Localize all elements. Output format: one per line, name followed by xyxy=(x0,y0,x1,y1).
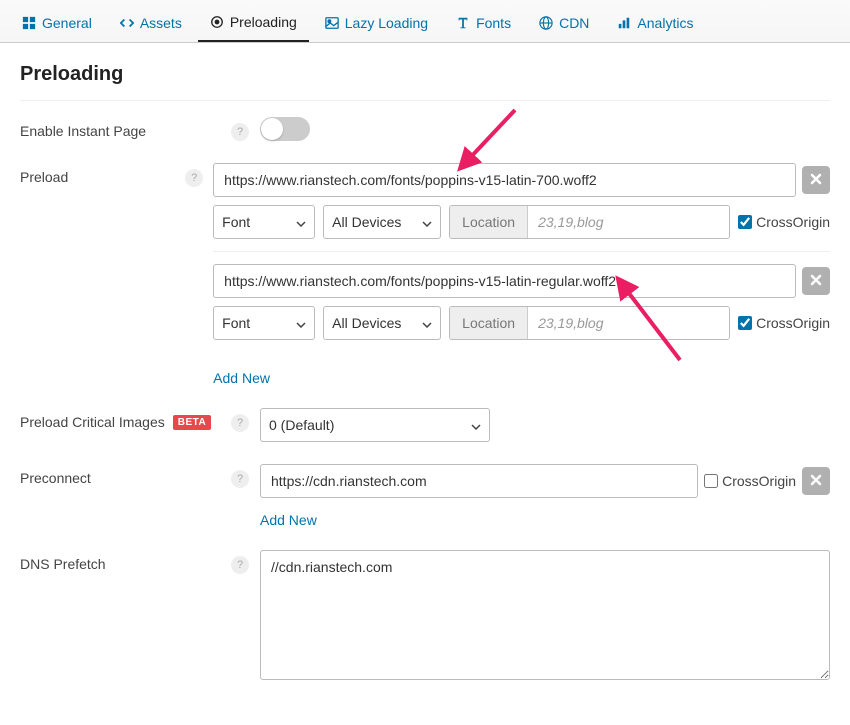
preconnect-crossorigin-checkbox[interactable] xyxy=(704,474,718,488)
help-dns-prefetch[interactable]: ? xyxy=(231,556,249,574)
preload-as-select[interactable]: Font xyxy=(213,306,315,340)
preload-location-label: Location xyxy=(450,206,528,238)
divider xyxy=(20,100,830,101)
tab-general[interactable]: General xyxy=(10,4,104,42)
tab-analytics[interactable]: Analytics xyxy=(605,4,705,42)
preload-crossorigin-checkbox[interactable] xyxy=(738,215,752,229)
preload-crossorigin[interactable]: CrossOrigin xyxy=(738,214,830,230)
chevron-down-icon xyxy=(471,417,481,433)
preload-critical-select[interactable]: 0 (Default) xyxy=(260,408,490,442)
preconnect-crossorigin[interactable]: CrossOrigin xyxy=(704,473,796,489)
delete-button[interactable] xyxy=(802,467,830,495)
preload-device-select[interactable]: All Devices xyxy=(323,205,441,239)
close-icon xyxy=(809,473,823,490)
label-preconnect: Preconnect xyxy=(20,464,220,486)
preload-row: Font All Devices Location xyxy=(213,163,830,252)
preload-device-select[interactable]: All Devices xyxy=(323,306,441,340)
target-icon xyxy=(210,15,224,29)
font-icon xyxy=(456,16,470,30)
label-enable-instant: Enable Instant Page xyxy=(20,117,220,139)
chevron-down-icon xyxy=(296,214,306,230)
beta-badge: BETA xyxy=(173,415,211,430)
close-icon xyxy=(809,172,823,189)
preload-location-group: Location xyxy=(449,205,730,239)
help-preconnect[interactable]: ? xyxy=(231,470,249,488)
tab-cdn[interactable]: CDN xyxy=(527,4,601,42)
preload-crossorigin[interactable]: CrossOrigin xyxy=(738,315,830,331)
toggle-enable-instant[interactable] xyxy=(260,117,310,141)
delete-button[interactable] xyxy=(802,267,830,295)
tab-assets[interactable]: Assets xyxy=(108,4,194,42)
help-preload-critical[interactable]: ? xyxy=(231,414,249,432)
preload-location-label: Location xyxy=(450,307,528,339)
label-preload: Preload xyxy=(20,163,175,185)
preload-crossorigin-checkbox[interactable] xyxy=(738,316,752,330)
help-preload[interactable]: ? xyxy=(185,169,203,187)
globe-icon xyxy=(539,16,553,30)
chevron-down-icon xyxy=(422,315,432,331)
tab-preloading[interactable]: Preloading xyxy=(198,4,309,42)
tab-fonts[interactable]: Fonts xyxy=(444,4,523,42)
dns-prefetch-textarea[interactable] xyxy=(260,550,830,680)
preload-location-input[interactable] xyxy=(528,307,729,339)
label-dns-prefetch: DNS Prefetch xyxy=(20,550,220,572)
label-preload-critical: Preload Critical Images BETA xyxy=(20,408,220,430)
add-new-preconnect[interactable]: Add New xyxy=(260,512,317,528)
help-enable-instant[interactable]: ? xyxy=(231,123,249,141)
preload-row: Font All Devices Location xyxy=(213,264,830,352)
settings-tabs: General Assets Preloading Lazy Loading F… xyxy=(0,0,850,43)
image-icon xyxy=(325,16,339,30)
bars-icon xyxy=(617,16,631,30)
chevron-down-icon xyxy=(422,214,432,230)
close-icon xyxy=(809,273,823,290)
delete-button[interactable] xyxy=(802,166,830,194)
preload-url-input[interactable] xyxy=(213,264,796,298)
chevron-down-icon xyxy=(296,315,306,331)
preload-location-group: Location xyxy=(449,306,730,340)
add-new-preload[interactable]: Add New xyxy=(213,370,270,386)
code-icon xyxy=(120,16,134,30)
preload-url-input[interactable] xyxy=(213,163,796,197)
tab-lazy-loading[interactable]: Lazy Loading xyxy=(313,4,440,42)
preload-location-input[interactable] xyxy=(528,206,729,238)
preconnect-url-input[interactable] xyxy=(260,464,698,498)
page-title: Preloading xyxy=(20,63,830,86)
dashboard-icon xyxy=(22,16,36,30)
preload-as-select[interactable]: Font xyxy=(213,205,315,239)
